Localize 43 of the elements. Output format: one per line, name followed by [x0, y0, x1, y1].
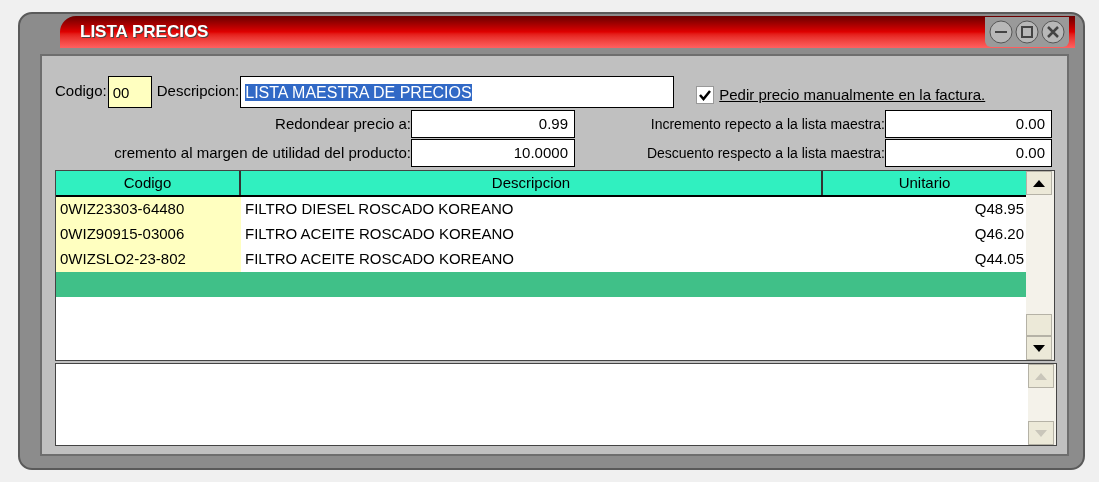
selected-text: LISTA MAESTRA DE PRECIOS [245, 84, 472, 101]
scroll-down-button[interactable] [1026, 336, 1052, 360]
window-title: LISTA PRECIOS [80, 21, 209, 44]
table-cell-text: Q46.20 [973, 224, 1025, 245]
column-header[interactable]: Unitario [823, 171, 1026, 195]
scrollbar[interactable] [1026, 171, 1054, 360]
table-cell: 0WIZ23303-64480 [56, 197, 241, 222]
table-cell-text: FILTRO DIESEL ROSCADO KOREANO [244, 199, 515, 220]
maximize-icon[interactable] [1015, 20, 1039, 44]
close-icon[interactable] [1041, 20, 1065, 44]
field-label: cremento al margen de utilidad del producto: [113, 142, 411, 163]
input-field[interactable]: 10.0000 [411, 139, 575, 167]
checkbox[interactable] [696, 86, 715, 105]
down-arrow-icon [1035, 429, 1047, 437]
table-row[interactable]: 0WIZ23303-64480 FILTRO DIESEL ROSCADO KOREANO Q48.95 [56, 197, 1026, 222]
descripcion-label: Descripcion: [156, 81, 240, 101]
codigo-label: Codigo: [55, 81, 107, 101]
up-arrow-icon [1035, 372, 1047, 380]
checkbox-label[interactable]: Pedir precio manualmente en la factura. [719, 84, 986, 107]
table-cell-text: Q48.95 [973, 199, 1025, 220]
table-cell-text: FILTRO ACEITE ROSCADO KOREANO [244, 249, 515, 270]
table-cell-text: FILTRO ACEITE ROSCADO KOREANO [244, 224, 515, 245]
down-arrow-icon [1033, 344, 1045, 352]
scroll-up-button[interactable] [1026, 171, 1052, 195]
input-field[interactable]: 0.00 [885, 139, 1052, 167]
descripcion-field[interactable]: LISTA MAESTRA DE PRECIOS [240, 76, 675, 108]
field-label: Incremento repecto a la lista maestra: [649, 114, 885, 134]
table-row[interactable]: 0WIZ90915-03006 FILTRO ACEITE ROSCADO KOREANO Q46.20 [56, 222, 1026, 247]
table-cell: 0WIZSLO2-23-802 [56, 247, 241, 272]
table-row[interactable]: 0WIZSLO2-23-802 FILTRO ACEITE ROSCADO KOREANO Q44.05 [56, 247, 1026, 272]
scroll-thumb[interactable] [1026, 314, 1052, 336]
field-label: Descuento respecto a la lista maestra: [645, 143, 885, 163]
minimize-icon[interactable] [989, 20, 1013, 44]
input-field[interactable]: 0.00 [885, 110, 1052, 138]
table-cell: 0WIZ90915-03006 [56, 222, 241, 247]
checkmark-icon [699, 89, 712, 101]
field-label: Redondear precio a: [274, 113, 411, 134]
column-header[interactable]: Descripcion [241, 171, 823, 195]
column-header[interactable]: Codigo [56, 171, 241, 195]
up-arrow-icon [1033, 179, 1045, 187]
input-field[interactable]: 0.99 [411, 110, 575, 138]
codigo-field[interactable]: 00 [107, 76, 152, 108]
table-cell-text: Q44.05 [973, 249, 1025, 270]
